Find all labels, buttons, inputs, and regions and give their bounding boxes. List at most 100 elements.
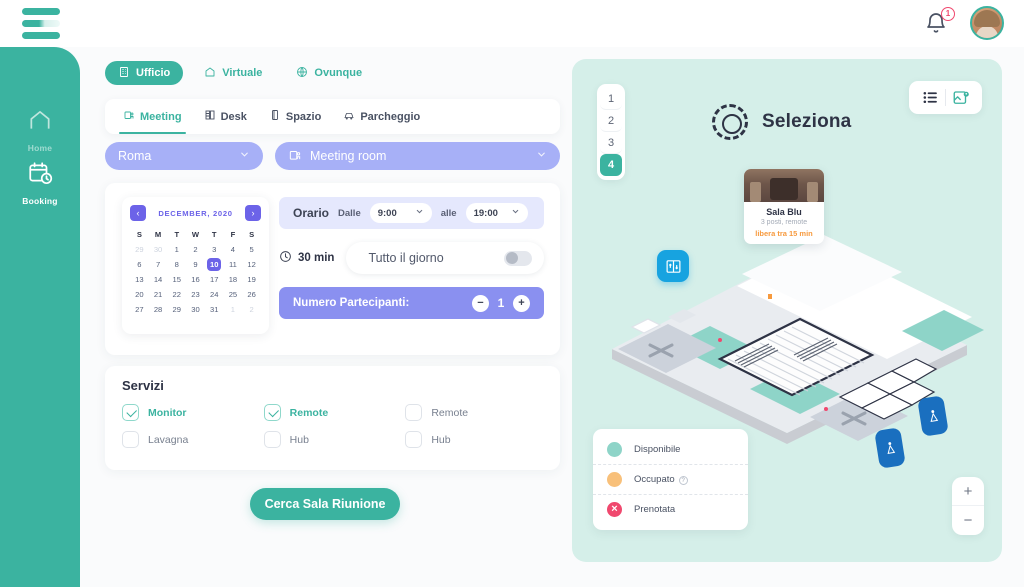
- pill-ovunque[interactable]: Ovunque: [283, 61, 375, 85]
- sidebar-item-home[interactable]: Home: [0, 107, 80, 156]
- time-range-row: Orario Dalle 9:00 alle 19:00: [279, 197, 544, 229]
- logo-bar-2: [22, 20, 60, 27]
- calendar-day[interactable]: 23: [186, 288, 205, 301]
- calendar-day[interactable]: 18: [224, 273, 243, 286]
- service-label: Hub: [289, 433, 309, 446]
- calendar-day[interactable]: 1: [167, 243, 186, 256]
- all-day-toggle-row[interactable]: Tutto il giorno: [346, 242, 544, 274]
- room-type-value: Meeting room: [310, 149, 387, 163]
- time-to-select[interactable]: 19:00: [465, 203, 528, 223]
- participants-label: Numero Partecipanti:: [293, 297, 410, 309]
- pill-ufficio[interactable]: Ufficio: [105, 61, 184, 85]
- pill-virtuale[interactable]: Virtuale: [191, 61, 275, 85]
- service-checkbox-hub-4[interactable]: Hub: [263, 431, 406, 448]
- booking-panel: ‹ DECEMBER, 2020 › S M T W T F S 29 30 1 2 3 4 5 6 7 8 9 1…: [105, 183, 560, 355]
- floor-button-4[interactable]: 4: [600, 154, 622, 176]
- calendar-day[interactable]: 30: [186, 303, 205, 316]
- service-checkbox-hub-5[interactable]: Hub: [405, 431, 547, 448]
- calendar-day[interactable]: 4: [224, 243, 243, 256]
- help-icon[interactable]: ?: [678, 476, 688, 485]
- map-title-block: Seleziona: [712, 104, 851, 140]
- calendar-day[interactable]: 31: [205, 303, 224, 316]
- floor-button-3[interactable]: 3: [600, 132, 622, 154]
- logo-bars[interactable]: [22, 8, 60, 39]
- calendar-day[interactable]: 8: [167, 258, 186, 271]
- sidebar-item-booking[interactable]: Booking: [0, 160, 80, 209]
- map-view-icon[interactable]: [946, 81, 976, 114]
- chevron-down-icon: [415, 207, 424, 219]
- zoom-out-button[interactable]: −: [952, 506, 984, 535]
- legend-dot-icon: [607, 472, 622, 487]
- duration-display[interactable]: 30 min: [279, 250, 334, 266]
- service-checkbox-remote-2[interactable]: Remote: [405, 404, 547, 421]
- calendar-next-button[interactable]: ›: [245, 205, 261, 221]
- calendar-grid[interactable]: S M T W T F S 29 30 1 2 3 4 5 6 7 8 9 10 11 12 13 14 15 16 17 18 19…: [130, 228, 261, 316]
- calendar-day[interactable]: 24: [205, 288, 224, 301]
- all-day-toggle[interactable]: [504, 250, 532, 266]
- calendar-day: 2: [249, 305, 254, 314]
- elevator-icon[interactable]: [657, 250, 689, 282]
- calendar-day[interactable]: 13: [130, 273, 149, 286]
- checkbox-empty-icon: [263, 431, 281, 448]
- meeting-room-icon: [123, 109, 135, 124]
- time-from-value: 9:00: [377, 207, 397, 219]
- calendar-day[interactable]: 28: [149, 303, 168, 316]
- room-name: Sala Blu: [766, 207, 802, 217]
- calendar-day[interactable]: 22: [167, 288, 186, 301]
- tab-desk[interactable]: Desk: [204, 99, 247, 134]
- tab-meeting[interactable]: Meeting: [119, 99, 186, 134]
- bell-icon[interactable]: 1: [924, 7, 955, 37]
- time-from-select[interactable]: 9:00: [369, 203, 432, 223]
- calendar-day[interactable]: 5: [242, 243, 261, 256]
- calendar-day[interactable]: 27: [130, 303, 149, 316]
- services-title: Servizi: [122, 378, 164, 393]
- calendar-day[interactable]: 14: [149, 273, 168, 286]
- calendar-day[interactable]: 9: [186, 258, 205, 271]
- calendar-day[interactable]: 16: [186, 273, 205, 286]
- tab-parcheggio[interactable]: Parcheggio: [343, 99, 420, 134]
- participants-increment[interactable]: +: [513, 294, 530, 312]
- list-view-icon[interactable]: [915, 81, 945, 114]
- calendar-day: 30: [153, 245, 163, 254]
- tab-spazio[interactable]: Spazio: [269, 99, 321, 134]
- floor-button-2[interactable]: 2: [600, 110, 622, 132]
- floor-button-1[interactable]: 1: [600, 88, 622, 110]
- calendar-day[interactable]: 15: [167, 273, 186, 286]
- calendar-day[interactable]: 25: [224, 288, 243, 301]
- legend-row-disponibile: Disponibile: [593, 438, 748, 461]
- calendar-day[interactable]: 12: [242, 258, 261, 271]
- calendar-day[interactable]: 26: [242, 288, 261, 301]
- calendar-day[interactable]: 29: [167, 303, 186, 316]
- room-type-select[interactable]: Meeting room: [275, 142, 560, 170]
- participants-value: 1: [497, 296, 505, 310]
- calendar-day[interactable]: 3: [205, 243, 224, 256]
- calendar-day-selected[interactable]: 10: [207, 258, 222, 271]
- calendar-day[interactable]: 2: [186, 243, 205, 256]
- calendar-day[interactable]: 6: [130, 258, 149, 271]
- sidebar: Home Booking: [0, 47, 80, 587]
- calendar-prev-button[interactable]: ‹: [130, 205, 146, 221]
- city-select[interactable]: Roma: [105, 142, 263, 170]
- participants-decrement[interactable]: −: [472, 294, 489, 312]
- floor-selector[interactable]: 1234: [597, 84, 625, 180]
- calendar-day[interactable]: 21: [149, 288, 168, 301]
- calendar-day[interactable]: 11: [224, 258, 243, 271]
- room-tooltip-card[interactable]: Sala Blu 3 posti, remote libera tra 15 m…: [744, 169, 824, 244]
- tab-label: Desk: [220, 110, 247, 123]
- search-meeting-room-button[interactable]: Cerca Sala Riunione: [250, 488, 400, 520]
- tab-label: Spazio: [285, 110, 322, 123]
- service-checkbox-remote-1[interactable]: Remote: [263, 404, 406, 421]
- map-title: Seleziona: [762, 111, 852, 132]
- calendar-day[interactable]: 7: [149, 258, 168, 271]
- service-checkbox-monitor-0[interactable]: Monitor: [122, 404, 264, 421]
- calendar-day: 29: [135, 245, 144, 254]
- calendar-day[interactable]: 17: [205, 273, 224, 286]
- calendar-day[interactable]: 19: [242, 273, 261, 286]
- zoom-in-button[interactable]: +: [952, 477, 984, 506]
- service-checkbox-lavagna-3[interactable]: Lavagna: [122, 431, 264, 448]
- logo-bar-1: [22, 8, 60, 15]
- calendar-dow-6: S: [249, 230, 255, 239]
- calendar-day[interactable]: 20: [130, 288, 149, 301]
- house-icon: [204, 66, 216, 81]
- user-avatar[interactable]: [970, 6, 1004, 40]
